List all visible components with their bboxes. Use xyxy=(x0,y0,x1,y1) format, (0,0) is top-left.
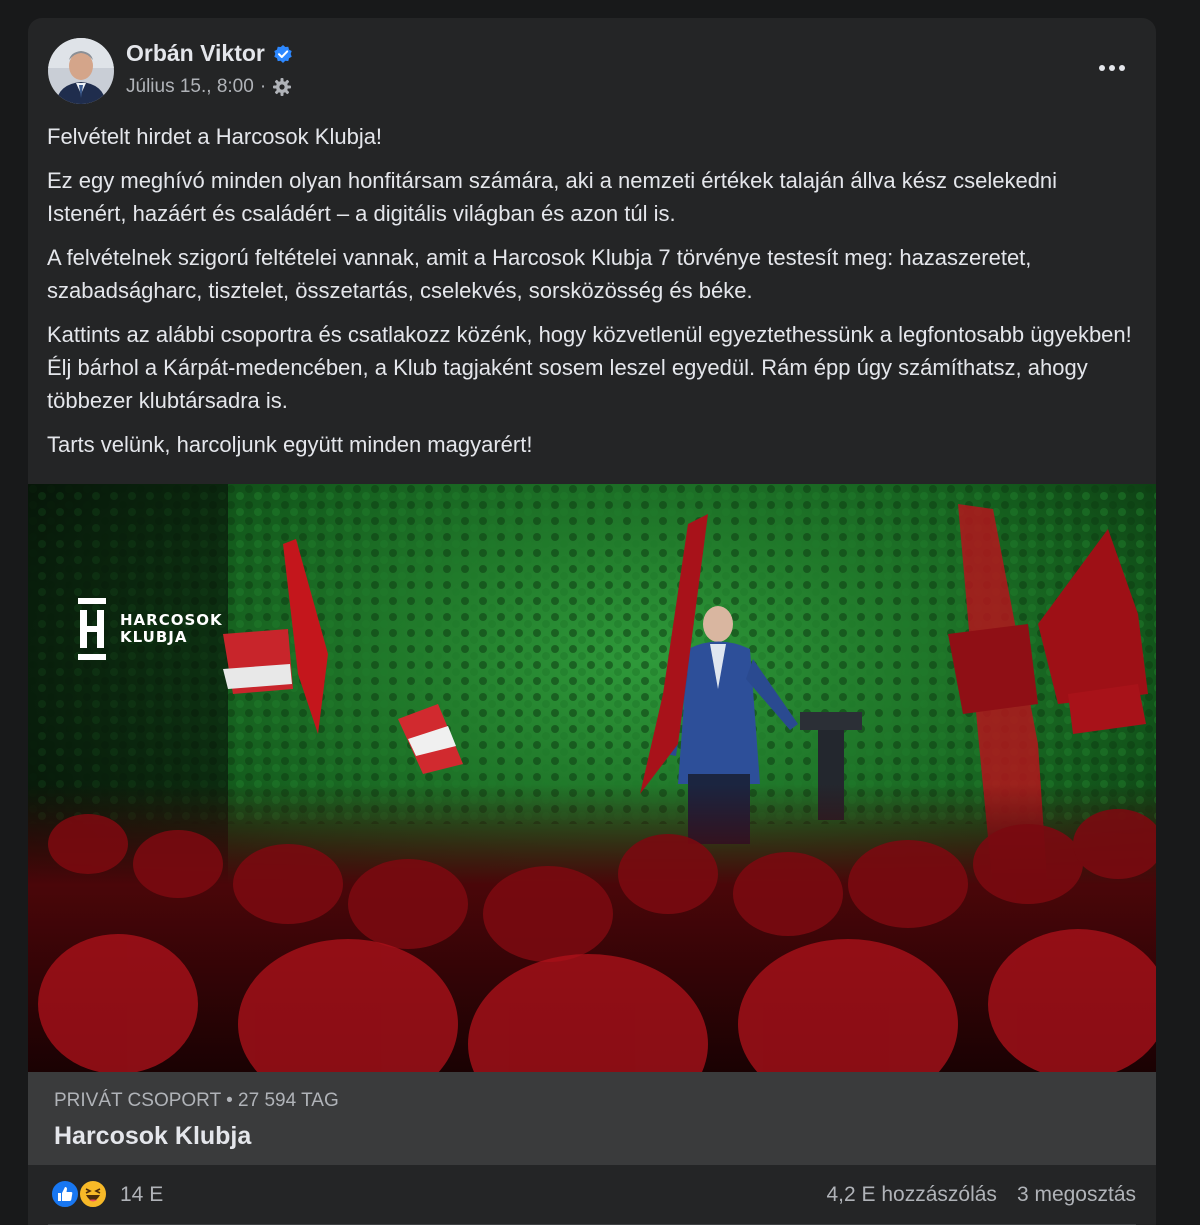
author-name[interactable]: Orbán Viktor xyxy=(126,40,265,67)
more-options-icon[interactable] xyxy=(1090,56,1134,80)
post-image[interactable]: HARCOSOK KLUBJA xyxy=(28,484,1156,1072)
share-count[interactable]: 3 megosztás xyxy=(1017,1183,1136,1207)
reaction-icons[interactable] xyxy=(50,1179,108,1209)
meta-separator: · xyxy=(259,76,267,97)
h-logo-icon xyxy=(78,598,106,660)
logo-line-2: KLUBJA xyxy=(120,628,188,646)
logo-line-1: HARCOSOK xyxy=(120,611,223,629)
comment-count[interactable]: 4,2 E hozzászólás xyxy=(827,1183,997,1207)
logo-text: HARCOSOK KLUBJA xyxy=(120,612,223,646)
post-header: Orbán Viktor Július 15., 8:00 · xyxy=(28,18,1156,118)
post-stats: 4,2 E hozzászólás 3 megosztás xyxy=(827,1183,1137,1207)
post-paragraph-4: Kattints az alábbi csoportra és csatlako… xyxy=(47,322,1132,413)
post-paragraph-5: Tarts velünk, harcoljunk együtt minden m… xyxy=(47,432,533,457)
post-text: Felvételt hirdet a Harcosok Klubja! Ez e… xyxy=(47,120,1137,472)
reaction-count[interactable]: 14 E xyxy=(120,1183,163,1207)
post-card: Orbán Viktor Július 15., 8:00 · Felvétel… xyxy=(28,18,1156,1225)
post-paragraph-2: Ez egy meghívó minden olyan honfitársam … xyxy=(47,168,1058,226)
post-timestamp[interactable]: Július 15., 8:00 xyxy=(126,76,254,98)
like-reaction-icon xyxy=(50,1179,80,1209)
group-meta: PRIVÁT CSOPORT • 27 594 TAG xyxy=(54,1090,339,1111)
harcosok-klubja-logo: HARCOSOK KLUBJA xyxy=(78,598,223,660)
post-footer: 14 E 4,2 E hozzászólás 3 megosztás xyxy=(28,1165,1156,1225)
author-row: Orbán Viktor xyxy=(126,40,293,67)
haha-reaction-icon xyxy=(78,1179,108,1209)
verified-icon xyxy=(274,44,292,63)
post-paragraph-3: A felvételnek szigorú feltételei vannak,… xyxy=(47,245,1032,303)
post-paragraph-1: Felvételt hirdet a Harcosok Klubja! xyxy=(47,124,383,149)
group-link-card[interactable]: PRIVÁT CSOPORT • 27 594 TAG Harcosok Klu… xyxy=(28,1072,1156,1165)
post-meta: Július 15., 8:00 · xyxy=(126,76,292,98)
gear-icon xyxy=(273,78,292,96)
author-avatar[interactable] xyxy=(48,38,114,104)
group-name[interactable]: Harcosok Klubja xyxy=(54,1122,251,1151)
